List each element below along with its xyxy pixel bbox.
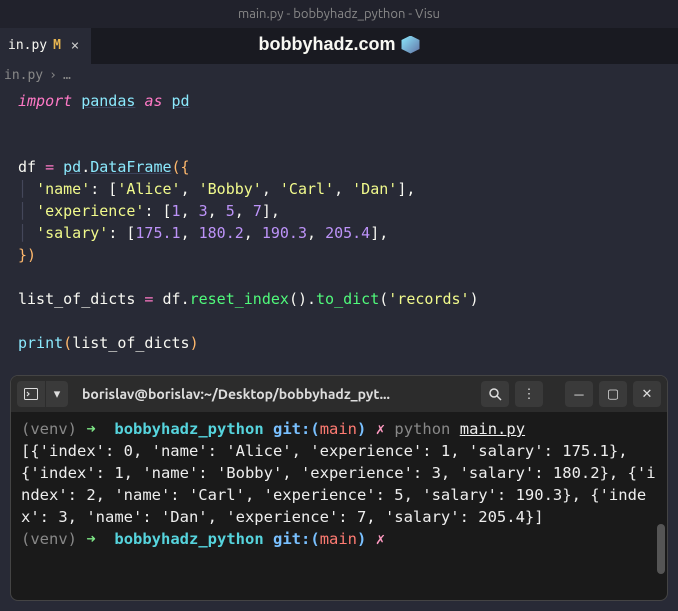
code-line: list_of_dicts = df.reset_index().to_dict… [18, 288, 678, 310]
terminal-body[interactable]: (venv) ➜ bobbyhadz_python git:(main) ✗ p… [11, 412, 667, 600]
code-line: │ 'salary': [175.1, 180.2, 190.3, 205.4]… [18, 222, 678, 244]
code-line: │ 'name': ['Alice', 'Bobby', 'Carl', 'Da… [18, 178, 678, 200]
chevron-down-icon: ▾ [54, 387, 61, 402]
chevron-right-icon: › [49, 68, 57, 83]
code-line: │ 'experience': [1, 3, 5, 7], [18, 200, 678, 222]
code-line: }) [18, 244, 678, 266]
tab-label: in.py [8, 38, 47, 53]
new-tab-split: ▾ [17, 381, 68, 407]
overlay-text: bobbyhadz.com [258, 34, 395, 55]
search-button[interactable] [481, 381, 509, 407]
close-icon: ✕ [642, 387, 653, 402]
menu-button[interactable]: ⋮ [515, 381, 543, 407]
code-line: df = pd.DataFrame({ [18, 156, 678, 178]
breadcrumb[interactable]: in.py › … [0, 64, 678, 86]
code-line [18, 134, 678, 156]
code-line [18, 112, 678, 134]
tab-main-py[interactable]: in.py M × [0, 28, 91, 64]
tab-modified-badge: M [53, 38, 61, 53]
minimize-button[interactable]: ─ [565, 381, 593, 407]
overlay-watermark: bobbyhadz.com [258, 34, 419, 55]
kebab-icon: ⋮ [523, 387, 536, 402]
search-icon [488, 387, 502, 401]
code-line [18, 266, 678, 288]
minimize-icon: ─ [574, 387, 583, 402]
new-tab-dropdown[interactable]: ▾ [46, 381, 68, 407]
code-line: print(list_of_dicts) [18, 332, 678, 354]
breadcrumb-more[interactable]: … [63, 68, 71, 83]
terminal-output: [{'index': 0, 'name': 'Alice', 'experien… [21, 442, 656, 526]
maximize-button[interactable]: ▢ [599, 381, 627, 407]
code-line [18, 310, 678, 332]
breadcrumb-file[interactable]: in.py [4, 68, 43, 83]
window-title-bar: main.py - bobbyhadz_python - Visu [0, 0, 678, 28]
terminal-icon [24, 388, 38, 400]
code-editor[interactable]: import pandas as pd df = pd.DataFrame({ … [0, 86, 678, 364]
scrollbar-thumb[interactable] [657, 524, 665, 574]
close-icon[interactable]: × [67, 38, 83, 54]
window-title: main.py - bobbyhadz_python - Visu [238, 7, 440, 21]
code-line: import pandas as pd [18, 90, 678, 112]
new-tab-button[interactable] [17, 381, 45, 407]
tab-row: in.py M × bobbyhadz.com [0, 28, 678, 64]
cube-icon [402, 36, 420, 54]
maximize-icon: ▢ [607, 387, 619, 402]
terminal-panel: ▾ borislav@borislav:~/Desktop/bobbyhadz_… [10, 375, 668, 601]
terminal-header: ▾ borislav@borislav:~/Desktop/bobbyhadz_… [11, 376, 667, 412]
terminal-title: borislav@borislav:~/Desktop/bobbyhadz_py… [74, 386, 475, 402]
terminal-scrollbar[interactable] [657, 418, 665, 594]
close-button[interactable]: ✕ [633, 381, 661, 407]
